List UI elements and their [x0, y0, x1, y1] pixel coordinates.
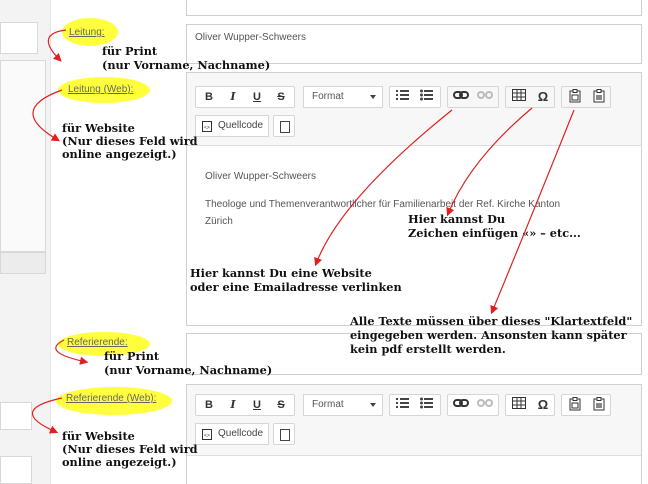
annotation-print-2: für Print (nur Vorname, Nachname)	[104, 349, 273, 377]
left-panel-block	[0, 60, 46, 252]
top-input[interactable]	[186, 0, 642, 16]
link-group-2	[447, 394, 499, 416]
chevron-down-icon-2	[370, 403, 376, 407]
annotation-web-1: für Website (Nur dieses Feld wird online…	[62, 121, 198, 161]
referierende-label: Referierende:	[67, 337, 128, 348]
svg-text:<>: <>	[204, 125, 210, 131]
source-icon: <>	[202, 121, 212, 132]
strike-button-2[interactable]: S	[272, 397, 290, 413]
leitung-web-label: Leitung (Web):	[68, 84, 134, 95]
unlink-icon-2[interactable]	[476, 397, 494, 413]
annotation-print-1: für Print (nur Vorname, Nachname)	[102, 44, 271, 72]
source-label: Quellcode	[218, 120, 264, 131]
bold-button[interactable]: B	[200, 89, 218, 105]
bullet-list-icon-2[interactable]	[418, 397, 436, 413]
basic-style-group: B I U S	[195, 86, 295, 108]
unlink-icon[interactable]	[476, 89, 494, 105]
insert-group-2: Ω	[505, 394, 555, 416]
underline-button-2[interactable]: U	[248, 397, 266, 413]
editor-line-2: Theologe und Themenverantwortlicher für …	[205, 199, 560, 210]
leitung-label: Leitung:	[69, 27, 105, 38]
paste-word-icon-2[interactable]	[590, 397, 608, 413]
omega-icon[interactable]: Ω	[534, 89, 552, 105]
format-label-2: Format	[312, 399, 344, 410]
source-label-2: Quellcode	[218, 428, 264, 439]
link-icon[interactable]	[452, 89, 470, 105]
list-group-2	[389, 394, 441, 416]
paste-text-icon[interactable]	[566, 89, 584, 105]
document-icon[interactable]	[280, 121, 290, 133]
left-bar	[0, 252, 46, 274]
paste-text-icon-2[interactable]	[566, 397, 584, 413]
table-icon[interactable]	[510, 89, 528, 105]
italic-button[interactable]: I	[224, 89, 242, 105]
paste-group	[561, 86, 611, 108]
italic-button-2[interactable]: I	[224, 397, 242, 413]
annotation-char: Hier kannst Du Zeichen einfügen «» – etc…	[408, 212, 581, 240]
numbered-list-icon[interactable]	[394, 89, 412, 105]
document-icon-2[interactable]	[280, 429, 290, 441]
left-input-top[interactable]	[0, 22, 38, 54]
link-group	[447, 86, 499, 108]
paste-group-2	[561, 394, 611, 416]
left-input-bottom[interactable]	[0, 456, 32, 484]
underline-button[interactable]: U	[248, 89, 266, 105]
paste-word-icon[interactable]	[590, 89, 608, 105]
annotation-web-2: für Website (Nur dieses Feld wird online…	[62, 429, 198, 469]
left-input-mid[interactable]	[0, 402, 32, 430]
svg-text:<>: <>	[204, 433, 210, 439]
document-group	[273, 115, 295, 137]
format-dropdown[interactable]: Format	[303, 86, 383, 108]
referierende-web-label: Referierende (Web):	[66, 393, 157, 404]
editor-toolbar: B I U S Format Ω <> Quellcode	[187, 73, 641, 146]
source-button[interactable]: <> Quellcode	[195, 115, 269, 137]
list-group	[389, 86, 441, 108]
editor-line-1: Oliver Wupper-Schweers	[205, 171, 316, 182]
format-label: Format	[312, 91, 344, 102]
basic-style-group-2: B I U S	[195, 394, 295, 416]
numbered-list-icon-2[interactable]	[394, 397, 412, 413]
source-icon-2: <>	[202, 429, 212, 440]
chevron-down-icon	[370, 95, 376, 99]
annotation-plaintext: Alle Texte müssen über dieses "Klartextf…	[350, 314, 633, 356]
omega-icon-2[interactable]: Ω	[534, 397, 552, 413]
annotation-link: Hier kannst Du eine Website oder eine Em…	[190, 266, 402, 294]
bold-button-2[interactable]: B	[200, 397, 218, 413]
link-icon-2[interactable]	[452, 397, 470, 413]
editor-line-3: Zürich	[205, 216, 233, 227]
insert-group: Ω	[505, 86, 555, 108]
document-group-2	[273, 423, 295, 445]
referierende-web-editor[interactable]: B I U S Format Ω <> Quellcode	[186, 384, 642, 484]
bullet-list-icon[interactable]	[418, 89, 436, 105]
format-dropdown-2[interactable]: Format	[303, 394, 383, 416]
table-icon-2[interactable]	[510, 397, 528, 413]
strike-button[interactable]: S	[272, 89, 290, 105]
source-button-2[interactable]: <> Quellcode	[195, 423, 269, 445]
editor-toolbar-2: B I U S Format Ω <> Quellcode	[187, 385, 641, 456]
